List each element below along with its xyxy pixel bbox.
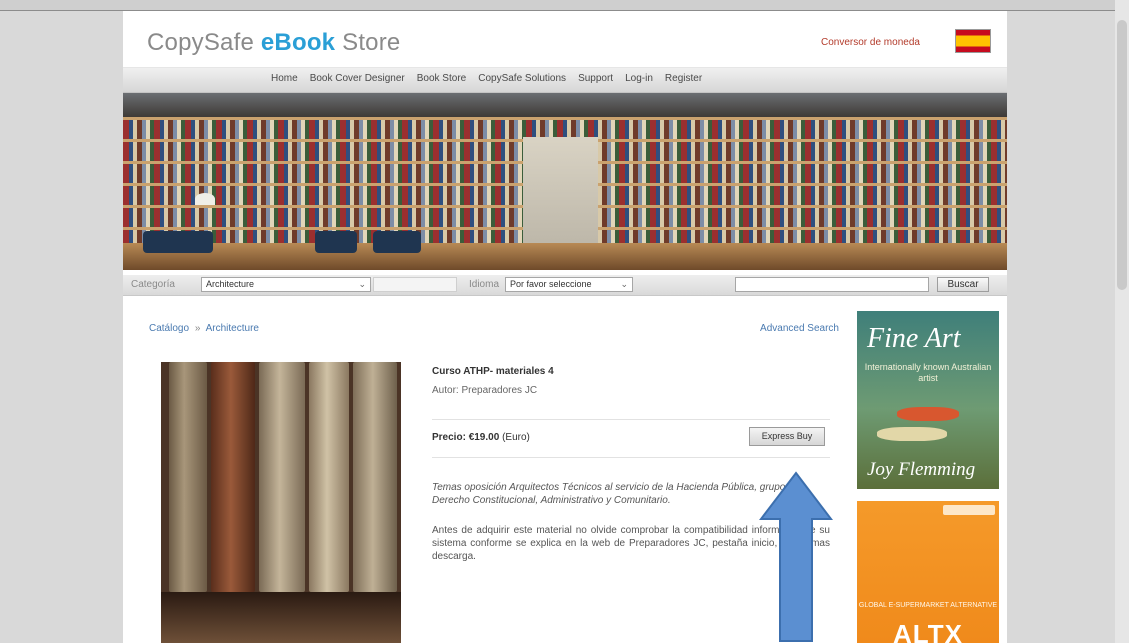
banner-doorway	[523, 137, 598, 249]
nav-item-book-store[interactable]: Book Store	[417, 73, 466, 84]
book-cover-image[interactable]	[161, 362, 401, 643]
nav-item-book-cover-designer[interactable]: Book Cover Designer	[310, 73, 405, 84]
spain-flag-icon[interactable]	[955, 29, 991, 53]
nav-item-support[interactable]: Support	[578, 73, 613, 84]
breadcrumb-separator: »	[194, 323, 201, 334]
search-button[interactable]: Buscar	[937, 277, 989, 292]
boat-image	[897, 407, 959, 421]
filter-bar: Categoría Architecture ⌄ Idioma Por favo…	[123, 275, 1007, 296]
divider	[432, 419, 830, 420]
price-currency: (Euro)	[502, 432, 530, 443]
banner-lamp	[195, 193, 215, 205]
ad1-artist-name: Joy Flemming	[867, 459, 976, 480]
ad2-tagline: GLOBAL E-SUPERMARKET ALTERNATIVE	[858, 602, 998, 609]
logo-part-2: eBook	[260, 29, 336, 56]
chevron-down-icon: ⌄	[620, 279, 628, 289]
breadcrumb-root-link[interactable]: Catálogo	[149, 323, 189, 334]
book-title[interactable]: Curso ATHP- materiales 4	[432, 366, 554, 377]
cover-spine-5	[353, 362, 397, 592]
altx-ad[interactable]: GLOBAL E-SUPERMARKET ALTERNATIVE ALTX	[857, 501, 999, 643]
language-select[interactable]: Por favor seleccione ⌄	[505, 277, 633, 292]
banner-sofa-2	[315, 231, 357, 253]
fine-art-ad[interactable]: Fine Art Internationally known Australia…	[857, 311, 999, 489]
nav-item-copysafe-solutions[interactable]: CopySafe Solutions	[478, 73, 566, 84]
category-label: Categoría	[131, 279, 175, 290]
language-select-value: Por favor seleccione	[510, 279, 592, 289]
divider	[432, 457, 830, 458]
browser-top-bar	[0, 0, 1129, 11]
cover-spine-4	[309, 362, 349, 592]
nav-list: Home Book Cover Designer Book Store CopySaf…	[271, 73, 714, 84]
cover-shelf	[161, 592, 401, 643]
cover-spine-1	[169, 362, 207, 592]
up-arrow-annotation	[759, 471, 833, 642]
search-input[interactable]	[735, 277, 929, 292]
ad-choices-icon[interactable]	[943, 505, 995, 515]
boat-image	[877, 427, 947, 441]
price-label: Precio:	[432, 432, 466, 443]
scrollbar-thumb[interactable]	[1117, 20, 1127, 290]
banner-sofa-1	[143, 231, 213, 253]
language-label: Idioma	[469, 279, 500, 290]
logo-part-3: Store	[342, 29, 401, 56]
nav-item-home[interactable]: Home	[271, 73, 298, 84]
express-buy-button[interactable]: Express Buy	[749, 427, 825, 446]
category-select-value: Architecture	[206, 279, 255, 289]
ad1-title: Fine Art	[867, 323, 961, 354]
vertical-scrollbar[interactable]	[1115, 0, 1129, 643]
ad2-brand: ALTX	[893, 619, 963, 643]
advanced-search-link[interactable]: Advanced Search	[743, 323, 839, 334]
cover-spine-2	[211, 362, 255, 592]
price-value: €19.00	[468, 432, 500, 443]
currency-converter-link[interactable]: Conversor de moneda	[821, 37, 920, 48]
page-container: CopySafe eBook Store Conversor de moneda…	[123, 11, 1007, 643]
banner-ceiling	[123, 93, 1007, 117]
chevron-down-icon: ⌄	[358, 279, 366, 289]
category-select-extension	[373, 277, 457, 292]
logo-part-1: CopySafe	[147, 29, 254, 56]
banner-floor	[123, 243, 1007, 270]
ad1-subtitle: Internationally known Australian artist	[864, 362, 992, 383]
nav-item-log-in[interactable]: Log-in	[625, 73, 653, 84]
main-nav: Home Book Cover Designer Book Store CopySaf…	[123, 67, 1007, 93]
book-author: Autor: Preparadores JC	[432, 385, 538, 396]
cover-spine-3	[259, 362, 305, 592]
site-logo[interactable]: CopySafe eBook Store	[147, 29, 400, 57]
nav-item-register[interactable]: Register	[665, 73, 702, 84]
banner-sofa-3	[373, 231, 421, 253]
breadcrumb: Catálogo » Architecture	[149, 323, 259, 334]
breadcrumb-current-link[interactable]: Architecture	[206, 323, 259, 334]
library-banner-image	[123, 93, 1007, 270]
category-select[interactable]: Architecture ⌄	[201, 277, 371, 292]
price-line: Precio: €19.00 (Euro)	[432, 432, 530, 443]
